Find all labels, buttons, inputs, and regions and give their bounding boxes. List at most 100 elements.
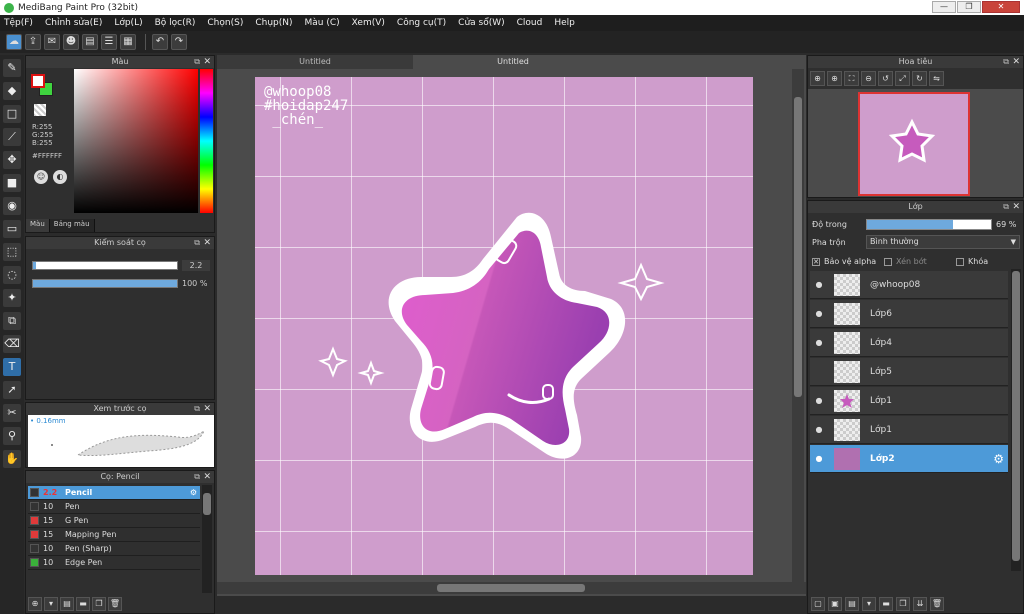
actual-size-icon[interactable]: ⛶ [844, 71, 859, 86]
transparent-swatch[interactable] [34, 104, 46, 116]
popout-icon[interactable]: ⧉ [194, 471, 200, 483]
redo-icon[interactable]: ↷ [171, 34, 187, 50]
palette-icon[interactable]: ☺ [34, 170, 48, 184]
cloud-icon[interactable]: ☁ [6, 34, 22, 50]
lasso-tool-icon[interactable]: ◌ [3, 266, 21, 284]
operation-tool-icon[interactable]: ➚ [3, 381, 21, 399]
brush-settings-icon[interactable]: ⚙ [190, 488, 197, 497]
brush-tool-icon[interactable]: ✎ [3, 59, 21, 77]
layer-row-lop1[interactable]: ● Lớp1 [810, 416, 1008, 444]
fit-window-icon[interactable]: ⤢ [895, 71, 910, 86]
grid-icon[interactable]: ▦ [120, 34, 136, 50]
color-swatches[interactable] [31, 74, 53, 96]
menu-snap[interactable]: Chụp(N) [255, 18, 292, 28]
magic-wand-icon[interactable]: ✦ [3, 289, 21, 307]
canvas-vertical-scrollbar[interactable] [792, 69, 804, 589]
visibility-icon[interactable]: ● [810, 425, 828, 434]
popout-icon[interactable]: ⧉ [194, 237, 200, 249]
rotate-left-icon[interactable]: ↺ [878, 71, 893, 86]
hand-tool-icon[interactable]: ✋ [3, 450, 21, 468]
blend-mode-select[interactable]: Bình thường ▼ [866, 235, 1020, 249]
tab-palette[interactable]: Bảng màu [49, 219, 95, 232]
saturation-value-picker[interactable] [74, 69, 198, 213]
menu-tools[interactable]: Công cụ(T) [397, 18, 446, 28]
layer-row-lop2[interactable]: ● Lớp2 ⚙ [810, 445, 1008, 473]
visibility-icon[interactable]: ● [810, 396, 828, 405]
bucket-tool-icon[interactable]: ◉ [3, 197, 21, 215]
menu-filter[interactable]: Bộ lọc(R) [155, 18, 196, 28]
rect-tool-icon[interactable]: □ [3, 105, 21, 123]
popout-icon[interactable]: ⧉ [194, 403, 200, 415]
tab-color[interactable]: Màu [26, 219, 50, 232]
menu-file[interactable]: Tệp(F) [4, 18, 33, 28]
layer-folder-icon[interactable]: ▬ [879, 597, 893, 611]
tab-untitled-1[interactable]: Untitled [217, 55, 413, 69]
zoom-fit-icon[interactable]: ⊕ [810, 71, 825, 86]
folder-icon[interactable]: ▬ [76, 597, 90, 611]
page-icon[interactable]: ▤ [82, 34, 98, 50]
line-tool-icon[interactable]: ⟋ [3, 128, 21, 146]
gradient-tool-icon[interactable]: ▭ [3, 220, 21, 238]
layer-row-whoop08[interactable]: ● @whoop08 [810, 271, 1008, 299]
close-icon[interactable]: ✕ [203, 403, 211, 415]
new-8bit-layer-icon[interactable]: ▤ [845, 597, 859, 611]
menu-select[interactable]: Chọn(S) [207, 18, 243, 28]
close-icon[interactable]: ✕ [1012, 201, 1020, 213]
delete-brush-icon[interactable]: 🗑 [108, 597, 122, 611]
gear-icon[interactable]: ⚙ [993, 452, 1004, 466]
brush-list-scrollbar[interactable] [202, 485, 212, 593]
visibility-icon[interactable]: ● [810, 309, 828, 318]
maximize-button[interactable]: ❐ [957, 1, 981, 13]
close-icon[interactable]: ✕ [203, 237, 211, 249]
brush-item-pencil[interactable]: 2.2 Pencil ⚙ [28, 486, 200, 500]
minimize-button[interactable]: — [932, 1, 956, 13]
color-wheel-icon[interactable]: ◐ [53, 170, 67, 184]
comment-icon[interactable]: ✉ [44, 34, 60, 50]
move-tool-icon[interactable]: ✥ [3, 151, 21, 169]
brush-size-slider[interactable] [32, 261, 178, 270]
new-halftone-layer-icon[interactable]: ▣ [828, 597, 842, 611]
hue-slider[interactable] [200, 69, 213, 213]
navigator-thumbnail[interactable] [858, 92, 970, 196]
select-tool-icon[interactable]: ⬚ [3, 243, 21, 261]
popout-icon[interactable]: ⧉ [1003, 201, 1009, 213]
visibility-icon[interactable]: ● [810, 454, 828, 463]
menu-edit[interactable]: Chỉnh sửa(E) [45, 18, 102, 28]
close-icon[interactable]: ✕ [1012, 56, 1020, 68]
visibility-icon[interactable]: ● [810, 280, 828, 289]
protect-alpha-checkbox[interactable]: ✕ Bảo vệ alpha [812, 257, 876, 266]
copy-icon[interactable]: ❐ [92, 597, 106, 611]
upload-icon[interactable]: ⇪ [25, 34, 41, 50]
new-layer-icon[interactable]: ▢ [811, 597, 825, 611]
tab-untitled-2[interactable]: Untitled [415, 55, 611, 69]
brush-opacity-slider[interactable] [32, 279, 178, 288]
add-layer-menu-icon[interactable]: ▾ [862, 597, 876, 611]
layer-row-lop1-star[interactable]: ● Lớp1 [810, 387, 1008, 415]
undo-icon[interactable]: ↶ [152, 34, 168, 50]
close-icon[interactable]: ✕ [203, 471, 211, 483]
drawing-canvas[interactable]: @whoop08 #hoidap247 _chén_ [255, 77, 753, 575]
delete-layer-icon[interactable]: 🗑 [930, 597, 944, 611]
visibility-icon[interactable]: ● [810, 338, 828, 347]
add-brush-icon[interactable]: ⊕ [28, 597, 42, 611]
divide-tool-icon[interactable]: ✂ [3, 404, 21, 422]
clip-checkbox[interactable]: Xén bớt [884, 257, 927, 266]
canvas-horizontal-scrollbar[interactable] [217, 582, 806, 594]
brush-size-value[interactable]: 2.2 [182, 260, 210, 271]
zoom-in-icon[interactable]: ⊕ [827, 71, 842, 86]
menu-window[interactable]: Cửa sổ(W) [458, 18, 504, 28]
select-pen-icon[interactable]: ⧉ [3, 312, 21, 330]
duplicate-layer-icon[interactable]: ❐ [896, 597, 910, 611]
foreground-color-swatch[interactable] [31, 74, 45, 88]
brush-item-mapping-pen[interactable]: 15 Mapping Pen [28, 528, 200, 542]
brush-item-g-pen[interactable]: 15 G Pen [28, 514, 200, 528]
brush-menu-icon[interactable]: ▾ [44, 597, 58, 611]
popout-icon[interactable]: ⧉ [1003, 56, 1009, 68]
navigator-view[interactable] [808, 89, 1023, 197]
layer-list-scrollbar[interactable] [1011, 269, 1021, 571]
brush-settings-icon[interactable]: ▤ [60, 597, 74, 611]
menu-help[interactable]: Help [554, 18, 575, 28]
team-icon[interactable]: ☻ [63, 34, 79, 50]
merge-layer-icon[interactable]: ⇊ [913, 597, 927, 611]
select-eraser-icon[interactable]: ⌫ [3, 335, 21, 353]
